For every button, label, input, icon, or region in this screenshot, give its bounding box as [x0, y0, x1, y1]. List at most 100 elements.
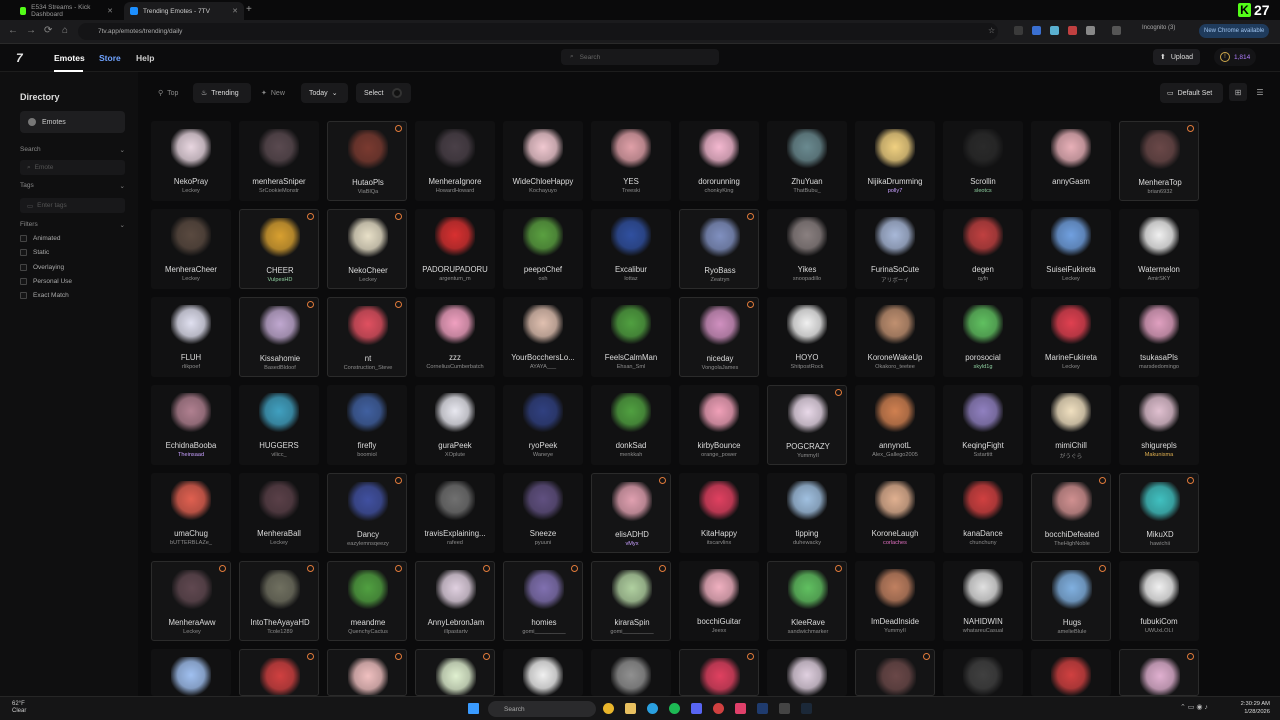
- spotify-icon[interactable]: [669, 703, 680, 714]
- emote-card[interactable]: shigurepls Makunisma: [1119, 385, 1199, 465]
- emote-author[interactable]: QuenchyCactus: [328, 629, 406, 635]
- emote-author[interactable]: Construction_Steve: [328, 365, 406, 371]
- emote-card[interactable]: HUGGERS vilicc_: [239, 385, 319, 465]
- emote-author[interactable]: hawichii: [1120, 541, 1198, 547]
- select-toggle[interactable]: Select: [364, 86, 403, 100]
- emote-author[interactable]: Leckey: [328, 277, 406, 283]
- emote-card[interactable]: MikuXD hawichii: [1119, 473, 1199, 553]
- emote-author[interactable]: Waneye: [503, 452, 583, 458]
- emote-author[interactable]: lottaz: [591, 276, 671, 282]
- windows-start-icon[interactable]: [468, 703, 479, 714]
- reload-icon[interactable]: ⟳: [44, 25, 52, 36]
- emote-card[interactable]: MenheraCheer Leckey: [151, 209, 231, 289]
- emote-card[interactable]: [943, 649, 1023, 696]
- emote-author[interactable]: Leckey: [151, 276, 231, 282]
- emote-card[interactable]: EchidnaBooba Theinsaad: [151, 385, 231, 465]
- emote-card[interactable]: Sneeze pyuuni: [503, 473, 583, 553]
- emote-card[interactable]: menheraSniper SrCookieMonstr: [239, 121, 319, 201]
- emote-author[interactable]: brian6932: [1120, 189, 1198, 195]
- emote-card[interactable]: NAHIDWIN whatareuCasual: [943, 561, 1023, 641]
- emote-author[interactable]: boomiol: [327, 452, 407, 458]
- emote-card[interactable]: tsukasaPls marsdedomingo: [1119, 297, 1199, 377]
- emote-card[interactable]: firefly boomiol: [327, 385, 407, 465]
- chrome-icon[interactable]: [603, 703, 614, 714]
- url-field[interactable]: 7tv.app/emotes/trending/daily: [78, 23, 998, 40]
- emote-card[interactable]: tipping duhewacky: [767, 473, 847, 553]
- emote-card[interactable]: [239, 649, 319, 696]
- emote-author[interactable]: amelieBlule: [1032, 629, 1110, 635]
- emote-card[interactable]: Watermelon AmirSKY: [1119, 209, 1199, 289]
- checkbox[interactable]: [20, 278, 27, 285]
- emote-author[interactable]: ShitpostRock: [767, 364, 847, 370]
- emote-author[interactable]: illpastartv: [416, 629, 494, 635]
- 7tv-logo[interactable]: 7: [16, 51, 23, 65]
- emote-author[interactable]: Jeexx: [679, 628, 759, 634]
- emote-card[interactable]: homies gomi__________: [503, 561, 583, 641]
- emote-card[interactable]: SuiseiFukireta Leckey: [1031, 209, 1111, 289]
- emote-card[interactable]: ZhuYuan ThatBubu_: [767, 121, 847, 201]
- emote-author[interactable]: Kochayuyo: [503, 188, 583, 194]
- emote-card[interactable]: MenheraTop brian6932: [1119, 121, 1199, 201]
- emote-card[interactable]: meandme QuenchyCactus: [327, 561, 407, 641]
- emote-card[interactable]: MenheraIgnore HowardHoward: [415, 121, 495, 201]
- emote-card[interactable]: donkSad menkkah: [591, 385, 671, 465]
- emote-card[interactable]: ImDeadInside YummyII: [855, 561, 935, 641]
- incognito-indicator[interactable]: Incognito (3): [1142, 25, 1175, 31]
- emote-card[interactable]: WideChloeHappy Kochayuyo: [503, 121, 583, 201]
- emote-card[interactable]: RyoBass Zeatryn: [679, 209, 759, 289]
- close-tab-icon[interactable]: ✕: [107, 7, 113, 15]
- emote-card[interactable]: kanaDance chunchuny: [943, 473, 1023, 553]
- emote-card[interactable]: PADORUPADORU argentum_m: [415, 209, 495, 289]
- emote-author[interactable]: duhewacky: [767, 540, 847, 546]
- emote-author[interactable]: menkkah: [591, 452, 671, 458]
- emote-card[interactable]: YES Treeski: [591, 121, 671, 201]
- emote-card[interactable]: kiraraSpin gomi__________: [591, 561, 671, 641]
- emote-card[interactable]: [591, 649, 671, 696]
- emote-author[interactable]: Okakoro_teetee: [855, 364, 935, 370]
- extension-icon[interactable]: [1032, 26, 1041, 35]
- emote-card[interactable]: KleeRave sandwichmarker: [767, 561, 847, 641]
- emote-card[interactable]: Dancy eazylemnsqeezy: [327, 473, 407, 553]
- emote-author[interactable]: YummyII: [768, 453, 846, 459]
- nav-help[interactable]: Help: [136, 53, 154, 63]
- emote-author[interactable]: snoopadillo: [767, 276, 847, 282]
- emote-author[interactable]: AYAYA___: [503, 364, 583, 370]
- taskbar-search[interactable]: Search: [488, 701, 596, 717]
- weather-widget[interactable]: 62°F Clear: [12, 701, 26, 715]
- emote-author[interactable]: vMyx: [592, 541, 670, 547]
- emote-author[interactable]: がうぐら: [1031, 452, 1111, 460]
- emote-card[interactable]: peepoChef osh: [503, 209, 583, 289]
- emote-author[interactable]: Zeatryn: [680, 277, 758, 283]
- emote-author[interactable]: Leckey: [151, 188, 231, 194]
- checkbox[interactable]: [20, 292, 27, 299]
- emote-author[interactable]: VongolaJames: [680, 365, 758, 371]
- emote-card[interactable]: KoroneLaugh corlaches: [855, 473, 935, 553]
- search-section-header[interactable]: Search ⌄: [20, 146, 125, 154]
- emote-card[interactable]: POGCRAZY YummyII: [767, 385, 847, 465]
- emote-card[interactable]: [503, 649, 583, 696]
- emote-author[interactable]: UWUxLOLI: [1119, 628, 1199, 634]
- sidebar-item-emotes[interactable]: Emotes: [20, 111, 125, 133]
- new-tab-icon[interactable]: +: [246, 4, 252, 15]
- filters-section-header[interactable]: Filters ⌄: [20, 221, 125, 229]
- emote-author[interactable]: gomi__________: [592, 629, 670, 635]
- emote-author[interactable]: gomi__________: [504, 629, 582, 635]
- sort-new[interactable]: ✦ New: [261, 86, 285, 100]
- emote-card[interactable]: porosocial skyld1g: [943, 297, 1023, 377]
- discord-icon[interactable]: [691, 703, 702, 714]
- emote-card[interactable]: HutaoPls ViaBlQa: [327, 121, 407, 201]
- puzzle-icon[interactable]: [1086, 26, 1095, 35]
- emote-author[interactable]: itscarvlinx: [679, 540, 759, 546]
- home-icon[interactable]: ⌂: [62, 25, 68, 36]
- emote-author[interactable]: VulpesHD: [240, 277, 318, 283]
- close-tab-icon[interactable]: ✕: [232, 7, 238, 15]
- emote-author[interactable]: XOplute: [415, 452, 495, 458]
- nav-store[interactable]: Store: [99, 53, 121, 63]
- emote-author[interactable]: qyfn: [943, 276, 1023, 282]
- emote-card[interactable]: bocchiDefeated TheHighNoble: [1031, 473, 1111, 553]
- emote-author[interactable]: argentum_m: [415, 276, 495, 282]
- checkbox[interactable]: [20, 249, 27, 256]
- nav-emotes[interactable]: Emotes: [54, 53, 85, 63]
- clock[interactable]: 2:30:29 AM 1/28/2026: [1236, 700, 1270, 716]
- emote-author[interactable]: Leckey: [239, 540, 319, 546]
